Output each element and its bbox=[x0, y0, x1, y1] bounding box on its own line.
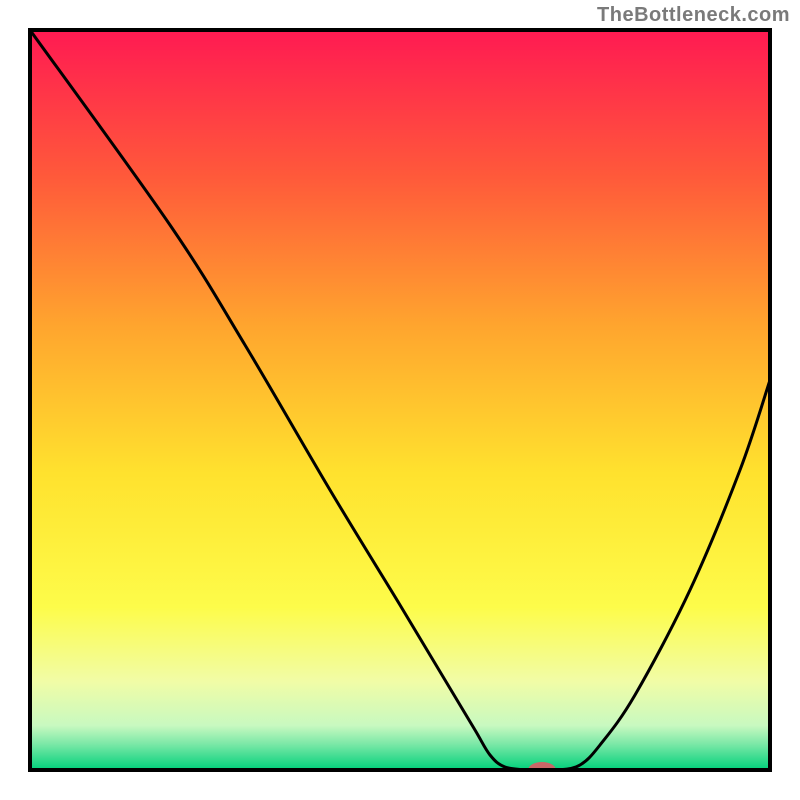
watermark-text: TheBottleneck.com bbox=[597, 4, 790, 27]
chart-container: TheBottleneck.com bbox=[0, 0, 800, 800]
bottleneck-chart bbox=[0, 0, 800, 800]
gradient-background bbox=[30, 30, 770, 770]
